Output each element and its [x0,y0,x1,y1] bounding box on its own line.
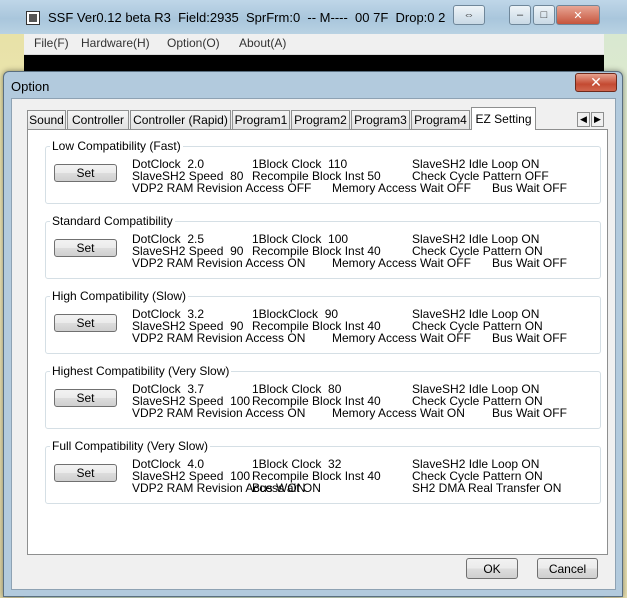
group-title: Full Compatibility (Very Slow) [50,439,211,453]
setting-text: Bus Wait OFF [492,406,567,420]
set-button-full[interactable]: Set [54,464,117,482]
tab-program3[interactable]: Program3 [351,110,410,129]
setting-text: Memory Access Wait ON [332,406,465,420]
cancel-button[interactable]: Cancel [537,558,598,579]
ok-button[interactable]: OK [466,558,518,579]
setting-text: Bus Wait OFF [492,331,567,345]
close-icon[interactable]: ✕ [575,73,617,92]
setting-text: Memory Access Wait OFF [332,181,471,195]
tab-controller[interactable]: Controller [67,110,129,129]
app-close-icon[interactable]: ✕ [556,5,600,25]
maximize-icon[interactable]: □ [533,5,555,25]
setting-text: VDP2 RAM Revision Access OFF [132,181,312,195]
tab-ez-setting[interactable]: EZ Setting [471,107,536,130]
group-title: Standard Compatibility [50,214,175,228]
tab-program2[interactable]: Program2 [291,110,350,129]
group-title: High Compatibility (Slow) [50,289,189,303]
tab-strip: Sound Controller Controller (Rapid) Prog… [27,107,587,130]
tab-program4[interactable]: Program4 [411,110,470,129]
menu-hardware[interactable]: Hardware(H) [81,36,150,50]
group-highest-compatibility: Highest Compatibility (Very Slow) Set Do… [45,364,601,429]
app-title-bar: SSF Ver0.12 beta R3 Field:2935 SprFrm:0 … [0,0,627,35]
menu-option[interactable]: Option(O) [167,36,220,50]
tab-scroll-left-icon[interactable]: ◀ [577,112,590,127]
setting-text: Bus Wait ON [252,481,321,495]
dialog-title: Option [11,79,50,94]
set-button-low[interactable]: Set [54,164,117,182]
menu-about[interactable]: About(A) [239,36,286,50]
group-low-compatibility: Low Compatibility (Fast) Set DotClock 2.… [45,139,601,204]
tab-program1[interactable]: Program1 [232,110,290,129]
group-title: Highest Compatibility (Very Slow) [50,364,232,378]
setting-text: VDP2 RAM Revision Access ON [132,331,306,345]
minimize-icon[interactable]: – [509,5,531,25]
group-title: Low Compatibility (Fast) [50,139,183,153]
tab-scroll-right-icon[interactable]: ▶ [591,112,604,127]
app-title: SSF Ver0.12 beta R3 Field:2935 SprFrm:0 … [48,10,446,25]
setting-text: SH2 DMA Real Transfer ON [412,481,562,495]
setting-text: Bus Wait OFF [492,256,567,270]
setting-text: Memory Access Wait OFF [332,256,471,270]
menu-bar: File(F) Hardware(H) Option(O) About(A) [24,34,604,55]
set-button-high[interactable]: Set [54,314,117,332]
ez-setting-panel: Low Compatibility (Fast) Set DotClock 2.… [27,129,608,555]
group-full-compatibility: Full Compatibility (Very Slow) Set DotCl… [45,439,601,504]
app-icon [26,11,40,25]
set-button-standard[interactable]: Set [54,239,117,257]
group-standard-compatibility: Standard Compatibility Set DotClock 2.5 … [45,214,601,279]
setting-text: VDP2 RAM Revision Access ON [132,256,306,270]
tab-sound[interactable]: Sound [27,110,66,129]
tab-controller-rapid[interactable]: Controller (Rapid) [130,110,231,129]
setting-text: VDP2 RAM Revision Access ON [132,406,306,420]
menu-file[interactable]: File(F) [34,36,69,50]
set-button-highest[interactable]: Set [54,389,117,407]
setting-text: Bus Wait OFF [492,181,567,195]
swap-icon[interactable]: ⇔ [453,5,485,25]
option-dialog: Option ✕ Sound Controller Controller (Ra… [3,71,623,597]
setting-text: Memory Access Wait OFF [332,331,471,345]
group-high-compatibility: High Compatibility (Slow) Set DotClock 3… [45,289,601,354]
